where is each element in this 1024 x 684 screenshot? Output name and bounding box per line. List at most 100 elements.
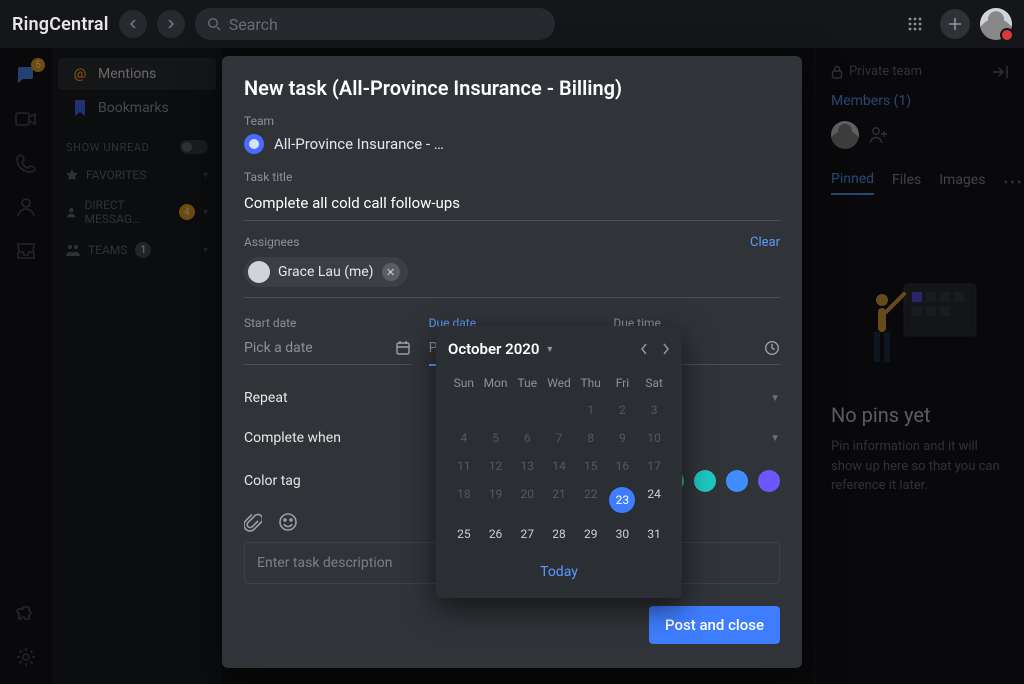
calendar-day[interactable]: 24 [638,480,670,520]
tab-files[interactable]: Files [892,172,921,194]
calendar-day[interactable]: 8 [575,424,607,452]
emoji-button[interactable] [278,512,298,532]
calendar-day[interactable]: 1 [575,396,607,424]
calendar-day[interactable]: 17 [638,452,670,480]
calendar-day[interactable]: 12 [480,452,512,480]
calendar-day[interactable]: 20 [511,480,543,520]
calendar-day[interactable]: 9 [607,424,639,452]
calendar-day[interactable]: 18 [448,480,480,520]
chevron-left-icon [640,343,648,355]
calendar-dow: Sat [638,370,670,396]
color-swatch[interactable] [694,470,716,492]
show-unread-label: SHOW UNREAD [66,141,149,154]
favorites-label: FAVORITES [86,168,146,182]
sidenav-bookmarks[interactable]: Bookmarks [58,92,216,124]
rail-messages[interactable]: 5 [15,64,37,86]
dialpad-icon [907,16,923,32]
dialpad-button[interactable] [900,9,930,39]
collapse-panel-button[interactable] [992,65,1008,79]
calendar-day[interactable]: 22 [575,480,607,520]
prev-month-button[interactable] [640,343,648,355]
member-avatar[interactable] [831,121,859,149]
today-button[interactable]: Today [448,558,670,586]
user-icon [16,197,36,217]
right-panel: Private team Members (1) Pinned Files Im… [814,48,1024,684]
tab-pinned[interactable]: Pinned [831,171,874,195]
calendar-day[interactable]: 10 [638,424,670,452]
calendar-day[interactable]: 21 [543,480,575,520]
assignee-chips[interactable]: Grace Lau (me) ✕ [244,257,408,287]
teams-icon [66,244,80,256]
rail-settings[interactable] [15,646,37,668]
team-selector[interactable]: All-Province Insurance - … [244,134,780,154]
star-icon [66,169,78,181]
sidenav-mentions[interactable]: @ Mentions [58,58,216,90]
members-link[interactable]: Members (1) [831,93,1008,109]
tab-images[interactable]: Images [939,172,985,194]
calendar-day[interactable]: 4 [448,424,480,452]
calendar-day[interactable]: 23 [607,480,639,520]
bookmarks-label: Bookmarks [98,100,169,116]
favorites-section[interactable]: FAVORITES ▾ [52,160,222,190]
new-button[interactable] [940,9,970,39]
color-swatch[interactable] [726,470,748,492]
rail-video[interactable] [15,108,37,130]
calendar-day[interactable]: 31 [638,520,670,548]
calendar-day[interactable]: 30 [607,520,639,548]
mentions-label: Mentions [98,66,156,82]
nav-back-button[interactable] [119,10,147,38]
remove-assignee-button[interactable]: ✕ [382,263,400,281]
calendar-day[interactable]: 11 [448,452,480,480]
calendar-day[interactable]: 5 [480,424,512,452]
puzzle-icon [16,605,36,625]
calendar-day[interactable]: 28 [543,520,575,548]
start-date-field[interactable]: Start date Pick a date [244,316,411,366]
calendar-day[interactable]: 19 [480,480,512,520]
calendar-day[interactable]: 2 [607,396,639,424]
rail-contacts[interactable] [15,196,37,218]
calendar-day[interactable]: 7 [543,424,575,452]
task-title-input[interactable]: Complete all cold call follow-ups [244,188,780,221]
global-search[interactable]: Search [195,8,555,40]
clear-assignees-button[interactable]: Clear [750,235,780,250]
color-swatch[interactable] [758,470,780,492]
next-month-button[interactable] [662,343,670,355]
show-unread-toggle[interactable] [180,140,208,154]
search-placeholder: Search [229,15,278,34]
nav-forward-button[interactable] [157,10,185,38]
tab-more-button[interactable]: ••• [1003,175,1023,191]
phone-icon [16,153,36,173]
rail-inbox[interactable] [15,240,37,262]
calendar-day[interactable]: 27 [511,520,543,548]
calendar-day[interactable]: 29 [575,520,607,548]
calendar-day[interactable]: 3 [638,396,670,424]
video-icon [15,111,37,127]
calendar-day[interactable]: 6 [511,424,543,452]
person-icon [66,206,77,218]
calendar-day[interactable]: 25 [448,520,480,548]
calendar-day[interactable]: 15 [575,452,607,480]
rail-apps[interactable] [15,604,37,626]
clock-icon [764,340,780,356]
calendar-day[interactable]: 26 [480,520,512,548]
assignee-avatar [248,261,270,283]
dm-section[interactable]: DIRECT MESSAG… 4 ▾ [52,190,222,234]
rail-phone[interactable] [15,152,37,174]
calendar-day[interactable]: 13 [511,452,543,480]
chevron-down-icon: ▾ [203,207,208,218]
start-date-placeholder: Pick a date [244,340,313,356]
calendar-day[interactable]: 16 [607,452,639,480]
chevron-down-icon: ▾ [203,170,208,181]
calendar-dow: Wed [543,370,575,396]
calendar-day[interactable]: 14 [543,452,575,480]
post-and-close-button[interactable]: Post and close [649,606,780,644]
teams-section[interactable]: TEAMS 1 ▾ [52,234,222,266]
inbox-icon [16,242,36,260]
profile-avatar[interactable] [980,8,1012,40]
topbar: RingCentral Search [0,0,1024,48]
attach-button[interactable] [244,512,262,532]
repeat-label: Repeat [244,390,288,406]
calendar-month-label[interactable]: October 2020 [448,340,539,358]
color-tag-label: Color tag [244,473,301,489]
add-member-button[interactable] [869,126,889,144]
